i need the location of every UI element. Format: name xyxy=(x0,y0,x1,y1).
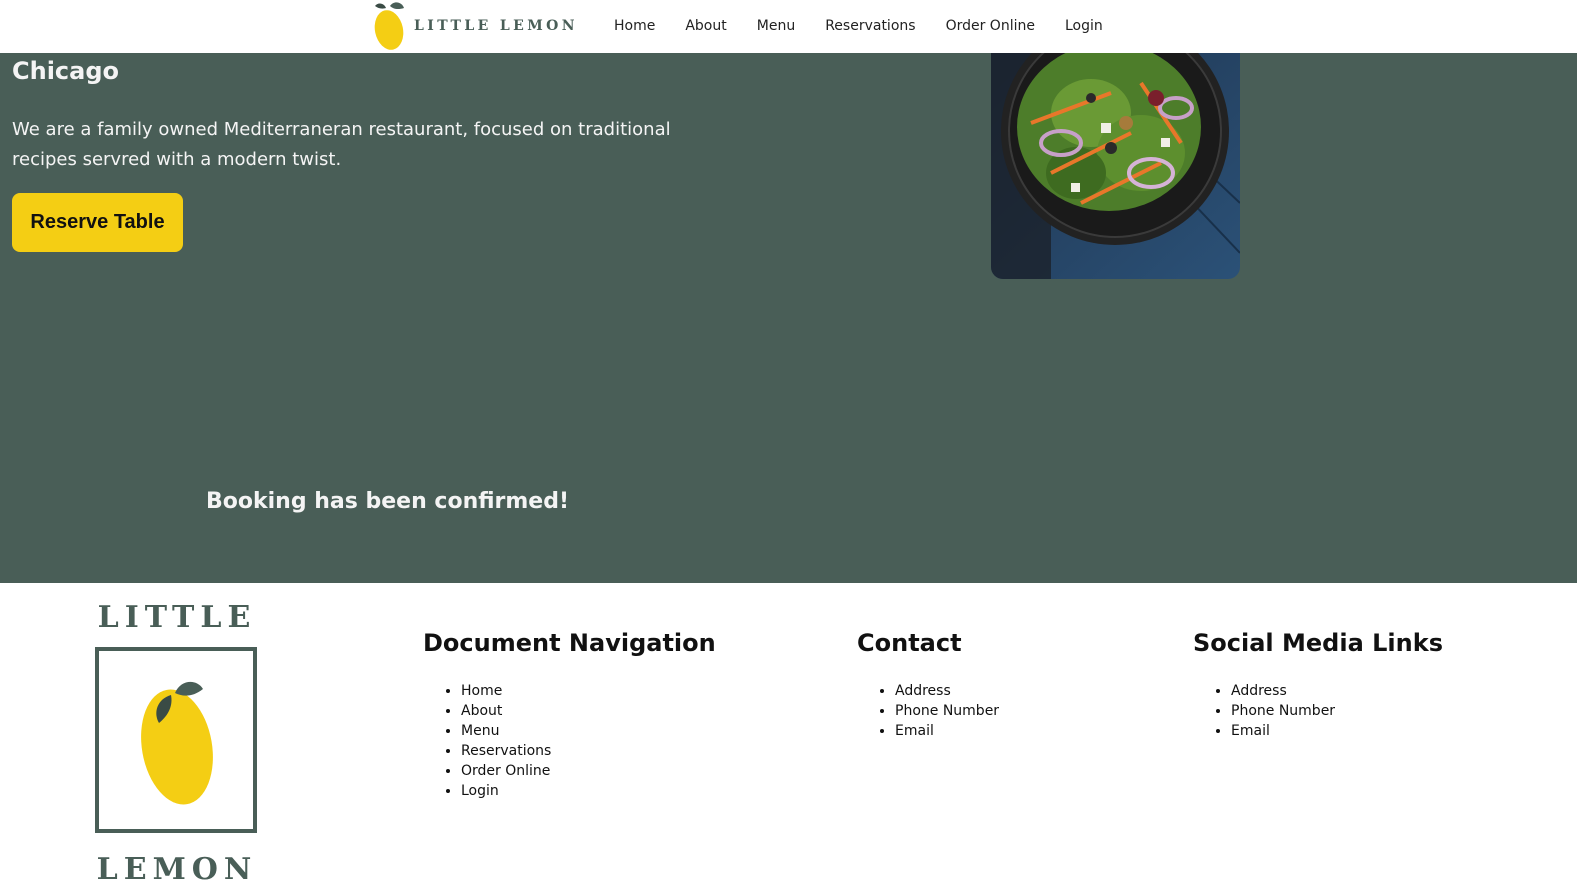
social-phone[interactable]: Phone Number xyxy=(1231,703,1335,719)
lemon-icon xyxy=(374,2,404,50)
footer-contact-title: Contact xyxy=(857,629,962,657)
hero-description: We are a family owned Mediterraneran res… xyxy=(12,119,671,170)
nav-login[interactable]: Login xyxy=(1065,18,1103,34)
site-footer: LITTLE LEMON Document Navigation Home Ab… xyxy=(0,583,1577,887)
booking-confirmation: Booking has been confirmed! xyxy=(206,489,570,514)
lemon-icon xyxy=(141,681,213,805)
footer-logo-top-text: LITTLE xyxy=(98,600,257,635)
contact-email[interactable]: Email xyxy=(895,723,934,739)
reserve-table-button[interactable]: Reserve Table xyxy=(12,193,183,252)
footer-social: Social Media Links Address Phone Number … xyxy=(1193,629,1443,741)
salad-bowl-image xyxy=(991,53,1240,279)
footer-contact: Contact Address Phone Number Email xyxy=(857,629,999,741)
footer-link-about[interactable]: About xyxy=(461,703,502,719)
brand-wordmark: LITTLE LEMON xyxy=(414,18,578,34)
hero-city: Chicago xyxy=(12,57,120,85)
footer-logo: LITTLE LEMON xyxy=(95,600,258,887)
brand-logo[interactable]: LITTLE LEMON xyxy=(372,0,578,52)
nav-menu[interactable]: Menu xyxy=(757,18,795,34)
footer-link-order-online[interactable]: Order Online xyxy=(461,763,550,779)
footer-link-reservations[interactable]: Reservations xyxy=(461,743,551,759)
contact-address[interactable]: Address xyxy=(895,683,951,699)
footer-navigation-title: Document Navigation xyxy=(423,629,716,657)
main-nav: Home About Menu Reservations Order Onlin… xyxy=(614,0,1133,52)
footer-navigation: Document Navigation Home About Menu Rese… xyxy=(423,629,716,801)
footer-social-title: Social Media Links xyxy=(1193,629,1443,657)
social-address[interactable]: Address xyxy=(1231,683,1287,699)
contact-phone[interactable]: Phone Number xyxy=(895,703,999,719)
footer-link-menu[interactable]: Menu xyxy=(461,723,499,739)
nav-about[interactable]: About xyxy=(685,18,726,34)
social-email[interactable]: Email xyxy=(1231,723,1270,739)
nav-reservations[interactable]: Reservations xyxy=(825,18,915,34)
footer-link-home[interactable]: Home xyxy=(461,683,502,699)
footer-logo-bottom-text: LEMON xyxy=(97,852,258,887)
nav-order-online[interactable]: Order Online xyxy=(946,18,1035,34)
site-header: LITTLE LEMON Home About Menu Reservation… xyxy=(0,0,1577,53)
footer-link-login[interactable]: Login xyxy=(461,783,499,799)
nav-home[interactable]: Home xyxy=(614,18,655,34)
hero-section: Chicago We are a family owned Mediterran… xyxy=(0,53,1577,583)
